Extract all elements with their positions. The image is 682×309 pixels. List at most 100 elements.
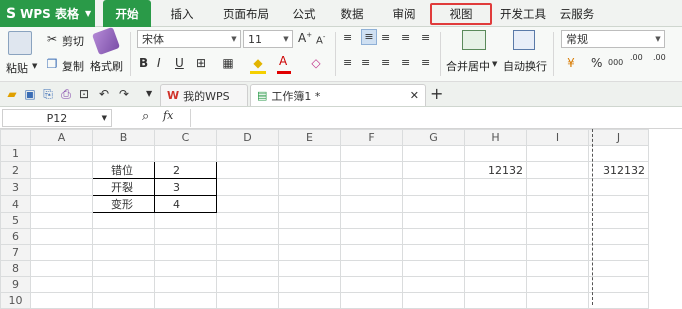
cell[interactable] xyxy=(216,276,279,293)
spreadsheet-table[interactable]: A B C D E F G H I J 1 2 错位 2 12132 31213… xyxy=(0,129,649,309)
thousand-separator-button[interactable]: 000 xyxy=(608,58,623,67)
cell[interactable] xyxy=(402,212,465,229)
cell[interactable] xyxy=(216,161,279,179)
name-box[interactable]: P12 ▼ xyxy=(2,109,112,127)
bold-button[interactable]: B xyxy=(139,56,148,70)
row-header-6[interactable]: 6 xyxy=(0,228,31,245)
merge-center-icon[interactable] xyxy=(462,30,486,50)
cell[interactable] xyxy=(92,276,155,293)
cell[interactable] xyxy=(30,145,93,162)
cell[interactable] xyxy=(402,260,465,277)
cell[interactable] xyxy=(464,195,527,213)
tab-workbook1[interactable]: ▤ 工作簿1 * ✕ xyxy=(250,84,426,106)
cell[interactable] xyxy=(154,276,217,293)
cell[interactable] xyxy=(340,195,403,213)
tab-page-layout[interactable]: 页面布局 xyxy=(213,0,279,27)
cell[interactable] xyxy=(278,260,341,277)
decrease-decimal-button[interactable]: .00 xyxy=(653,54,666,62)
cell[interactable] xyxy=(340,260,403,277)
row-header-1[interactable]: 1 xyxy=(0,145,31,162)
col-header-h[interactable]: H xyxy=(464,129,527,146)
distributed-icon[interactable]: ≡ xyxy=(421,56,435,69)
cell[interactable] xyxy=(340,276,403,293)
align-top-icon[interactable]: ≡ xyxy=(343,31,357,44)
tab-formula[interactable]: 公式 xyxy=(283,0,325,27)
cell[interactable] xyxy=(154,145,217,162)
indent-decrease-icon[interactable]: ≡ xyxy=(401,31,415,44)
row-header-5[interactable]: 5 xyxy=(0,212,31,229)
cell[interactable] xyxy=(464,178,527,196)
cell[interactable] xyxy=(216,292,279,309)
row-header-8[interactable]: 8 xyxy=(0,260,31,277)
select-all-corner[interactable] xyxy=(0,129,31,146)
cell[interactable] xyxy=(216,178,279,196)
cell[interactable] xyxy=(92,292,155,309)
export-icon[interactable]: ⎘ xyxy=(40,86,56,102)
new-tab-icon[interactable]: + xyxy=(430,84,443,103)
undo-icon[interactable]: ↶ xyxy=(96,86,112,102)
cell[interactable] xyxy=(340,178,403,196)
cell[interactable] xyxy=(402,276,465,293)
qa-dropdown-icon[interactable]: ▼ xyxy=(146,89,152,98)
cell[interactable] xyxy=(464,260,527,277)
cell[interactable] xyxy=(588,195,649,213)
cell[interactable] xyxy=(278,195,341,213)
cell[interactable] xyxy=(216,244,279,261)
decrease-font-icon[interactable]: A- xyxy=(316,33,325,46)
cell[interactable] xyxy=(588,212,649,229)
cell-b3[interactable]: 开裂 xyxy=(92,178,155,196)
align-center-icon[interactable]: ≡ xyxy=(361,56,375,69)
save-icon[interactable]: ▣ xyxy=(22,86,38,102)
cell[interactable] xyxy=(216,195,279,213)
merge-center-button[interactable]: 合并居中 xyxy=(446,58,490,74)
font-color-icon[interactable]: A xyxy=(279,54,287,68)
cell[interactable] xyxy=(464,292,527,309)
cell[interactable] xyxy=(278,145,341,162)
cell[interactable] xyxy=(340,292,403,309)
cell[interactable] xyxy=(340,228,403,245)
cell[interactable] xyxy=(278,228,341,245)
cell[interactable] xyxy=(278,244,341,261)
col-header-e[interactable]: E xyxy=(278,129,341,146)
cell[interactable] xyxy=(30,212,93,229)
increase-font-icon[interactable]: A+ xyxy=(298,31,312,45)
tab-review[interactable]: 审阅 xyxy=(383,0,425,27)
justify-icon[interactable]: ≡ xyxy=(401,56,415,69)
cell-c4[interactable]: 4 xyxy=(154,195,217,213)
zoom-search-icon[interactable]: ⌕ xyxy=(142,109,149,124)
cell[interactable] xyxy=(30,244,93,261)
cell[interactable] xyxy=(278,212,341,229)
cell[interactable] xyxy=(526,145,589,162)
paste-icon[interactable] xyxy=(8,31,32,55)
cell[interactable] xyxy=(340,212,403,229)
sheet-grid[interactable]: A B C D E F G H I J 1 2 错位 2 12132 31213… xyxy=(0,129,682,309)
chevron-down-icon[interactable]: ▼ xyxy=(492,60,497,68)
cell[interactable] xyxy=(216,260,279,277)
cell[interactable] xyxy=(526,195,589,213)
cell[interactable] xyxy=(526,244,589,261)
cell[interactable] xyxy=(588,145,649,162)
cell[interactable] xyxy=(30,292,93,309)
cell[interactable] xyxy=(154,228,217,245)
paste-dropdown-icon[interactable]: ▼ xyxy=(32,62,37,70)
cell[interactable] xyxy=(340,161,403,179)
cell[interactable] xyxy=(526,161,589,179)
tab-insert[interactable]: 插入 xyxy=(161,0,203,27)
cell[interactable] xyxy=(154,212,217,229)
tab-home[interactable]: 开始 xyxy=(103,0,151,27)
cell[interactable] xyxy=(92,145,155,162)
formula-input[interactable] xyxy=(190,109,680,127)
format-painter-button[interactable]: 格式刷 xyxy=(90,58,123,74)
cell[interactable] xyxy=(30,276,93,293)
paste-button[interactable]: 粘贴 xyxy=(6,60,28,76)
cell[interactable] xyxy=(464,212,527,229)
cell[interactable] xyxy=(278,276,341,293)
align-right-icon[interactable]: ≡ xyxy=(381,56,395,69)
row-header-3[interactable]: 3 xyxy=(0,178,31,196)
currency-icon[interactable]: ¥ xyxy=(563,55,579,71)
close-icon[interactable]: ✕ xyxy=(410,89,419,102)
tab-developer[interactable]: 开发工具 xyxy=(494,0,552,27)
cell[interactable] xyxy=(526,260,589,277)
cell[interactable] xyxy=(92,244,155,261)
cell[interactable] xyxy=(402,195,465,213)
